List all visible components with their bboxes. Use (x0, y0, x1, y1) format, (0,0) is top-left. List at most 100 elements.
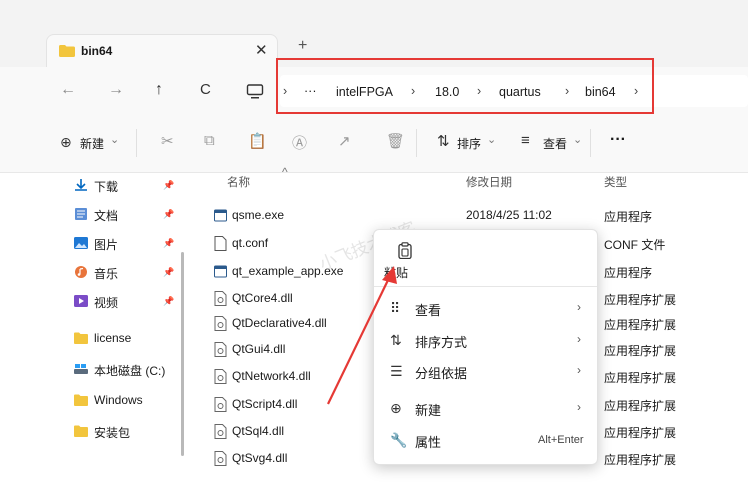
this-pc-icon[interactable] (246, 84, 264, 99)
chevron-right-icon: › (577, 363, 581, 377)
sidebar-item-label: 下载 (94, 180, 119, 194)
sidebar-item-label: 图片 (94, 238, 119, 252)
chevron-down-icon: ⌄ (110, 134, 120, 146)
sidebar-item-label: 本地磁盘 (C:) (94, 364, 166, 378)
sidebar-item-label: 视频 (94, 296, 119, 310)
video-icon (74, 295, 88, 307)
menu-item-label: 分组依据 (415, 366, 468, 381)
copy-icon[interactable]: ⧉ (204, 132, 215, 149)
dll-icon (214, 397, 227, 412)
sort-button[interactable]: 排序 (457, 135, 481, 152)
file-name: qsme.exe (232, 208, 285, 222)
file-name: QtCore4.dll (232, 291, 293, 305)
exe-icon (214, 209, 227, 222)
wrench-icon: 🔧 (390, 432, 408, 448)
pin-icon[interactable]: 📌 (163, 180, 174, 191)
chevron-right-icon: › (577, 400, 581, 414)
chevron-right-icon: › (577, 300, 581, 314)
shortcut-label: Alt+Enter (538, 434, 584, 446)
chevron-down-icon: ⌄ (487, 134, 497, 146)
file-name: QtSql4.dll (232, 424, 285, 438)
file-date: 2018/4/25 11:02 (466, 208, 552, 222)
new-tab-button[interactable]: + (298, 37, 307, 55)
menu-item-label: 查看 (415, 303, 442, 318)
tab-bin64[interactable]: bin64 ✕ (46, 34, 278, 67)
folder-icon (59, 45, 75, 57)
column-header-type[interactable]: 类型 (604, 174, 627, 190)
annotation-highlight-box (276, 58, 654, 114)
file-type: 应用程序扩展 (604, 426, 677, 440)
file-type: 应用程序扩展 (604, 293, 677, 307)
back-icon[interactable]: ← (60, 81, 76, 99)
menu-item-label: 排序方式 (415, 335, 468, 350)
chevron-down-icon: ⌄ (573, 134, 583, 146)
file-type: 应用程序扩展 (604, 344, 677, 358)
menu-item-properties[interactable]: 🔧 属性 Alt+Enter (374, 426, 597, 454)
folder-icon (74, 332, 88, 344)
annotation-arrow (327, 266, 397, 405)
music-icon (75, 266, 87, 278)
forward-icon[interactable]: → (108, 81, 124, 99)
refresh-icon[interactable]: C (200, 81, 211, 98)
pin-icon[interactable]: 📌 (163, 267, 174, 278)
close-tab-icon[interactable]: ✕ (255, 41, 268, 59)
sidebar-item-label: license (94, 331, 132, 345)
toolbar-divider (590, 129, 591, 157)
dll-icon (214, 424, 227, 439)
delete-icon[interactable]: 🗑 (386, 132, 405, 150)
menu-item-label: 属性 (415, 435, 442, 450)
up-icon[interactable]: ↑ (155, 81, 163, 99)
paste-icon[interactable] (398, 242, 412, 259)
file-type: 应用程序扩展 (604, 399, 677, 413)
table-row[interactable]: qsme.exe 2018/4/25 11:02 应用程序 (212, 206, 748, 228)
pin-icon[interactable]: 📌 (163, 209, 174, 220)
more-options-button[interactable]: ··· (610, 131, 626, 149)
file-name: QtDeclarative4.dll (232, 316, 327, 330)
new-button[interactable]: 新建 (80, 135, 104, 152)
sidebar-item-label: 文档 (94, 209, 119, 223)
sort-icon: ⇅ (437, 133, 450, 150)
chevron-right-icon: › (577, 332, 581, 346)
sort-caret-icon: ^ (282, 165, 288, 179)
menu-item-label: 新建 (415, 403, 442, 418)
view-button[interactable]: 查看 (543, 135, 567, 152)
file-name: QtScript4.dll (232, 397, 298, 411)
file-type: CONF 文件 (604, 238, 666, 252)
toolbar-divider (136, 129, 137, 157)
dll-icon (214, 369, 227, 384)
drive-icon (74, 364, 88, 374)
view-icon: ≡ (521, 132, 530, 149)
pin-icon[interactable]: 📌 (163, 238, 174, 249)
cut-icon[interactable]: ✂ (161, 132, 174, 150)
tab-title: bin64 (81, 44, 113, 58)
dll-icon (214, 451, 227, 466)
file-name: qt.conf (232, 236, 269, 250)
document-icon (75, 208, 87, 220)
sidebar-scrollbar[interactable] (181, 252, 184, 456)
share-icon[interactable]: ↗ (338, 132, 351, 150)
file-type: 应用程序扩展 (604, 371, 677, 385)
folder-icon (74, 425, 88, 437)
dll-icon (214, 342, 227, 357)
picture-icon (74, 237, 88, 249)
file-type: 应用程序扩展 (604, 318, 677, 332)
file-name: QtNetwork4.dll (232, 369, 311, 383)
toolbar-divider (416, 129, 417, 157)
sidebar-item-label: Windows (94, 393, 143, 407)
file-type: 应用程序 (604, 266, 653, 280)
dll-icon (214, 316, 227, 331)
file-name: QtGui4.dll (232, 342, 286, 356)
pin-icon[interactable]: 📌 (163, 296, 174, 307)
command-bar: ⊕ 新建 ⌄ ✂ ⧉ 📋 Ⓐ ↗ 🗑 ⇅ 排序 ⌄ ≡ 查看 ⌄ ··· (0, 115, 748, 173)
rename-icon[interactable]: Ⓐ (292, 132, 307, 153)
paste-icon[interactable]: 📋 (248, 132, 267, 150)
sidebar-item-label: 安装包 (94, 426, 131, 440)
file-type: 应用程序扩展 (604, 453, 677, 467)
file-name: QtSvg4.dll (232, 451, 288, 465)
column-header-date[interactable]: 修改日期 (466, 174, 512, 190)
folder-icon (74, 394, 88, 406)
download-icon (75, 179, 87, 191)
file-type: 应用程序 (604, 210, 653, 224)
column-header-name[interactable]: 名称 (227, 174, 250, 190)
exe-icon (214, 265, 227, 278)
